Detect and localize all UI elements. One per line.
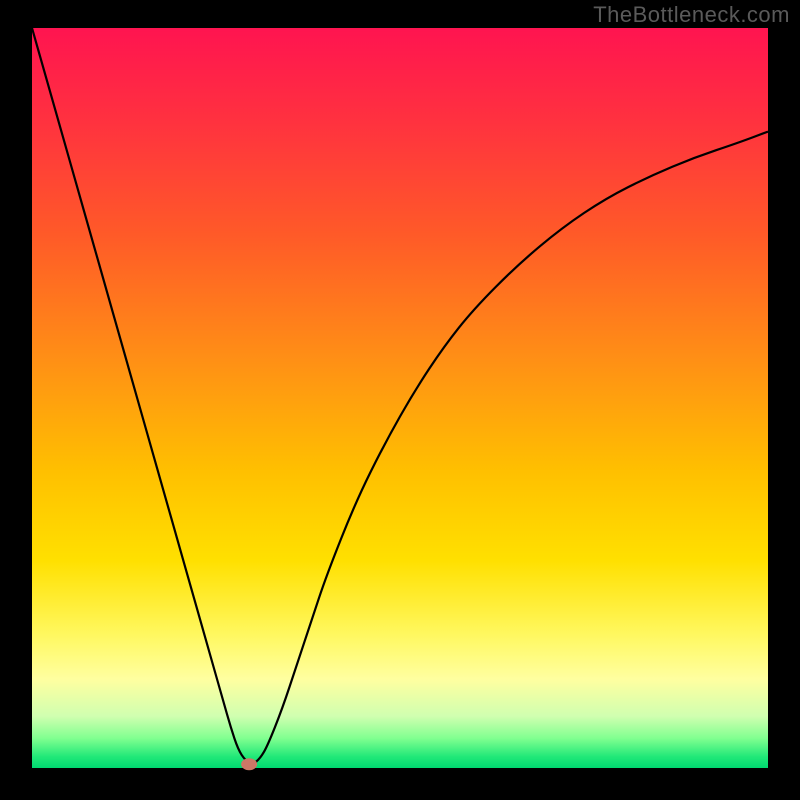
- watermark-text: TheBottleneck.com: [593, 2, 790, 28]
- optimal-marker: [241, 758, 257, 770]
- bottleneck-chart: TheBottleneck.com: [0, 0, 800, 800]
- chart-svg: [0, 0, 800, 800]
- plot-background: [32, 28, 768, 768]
